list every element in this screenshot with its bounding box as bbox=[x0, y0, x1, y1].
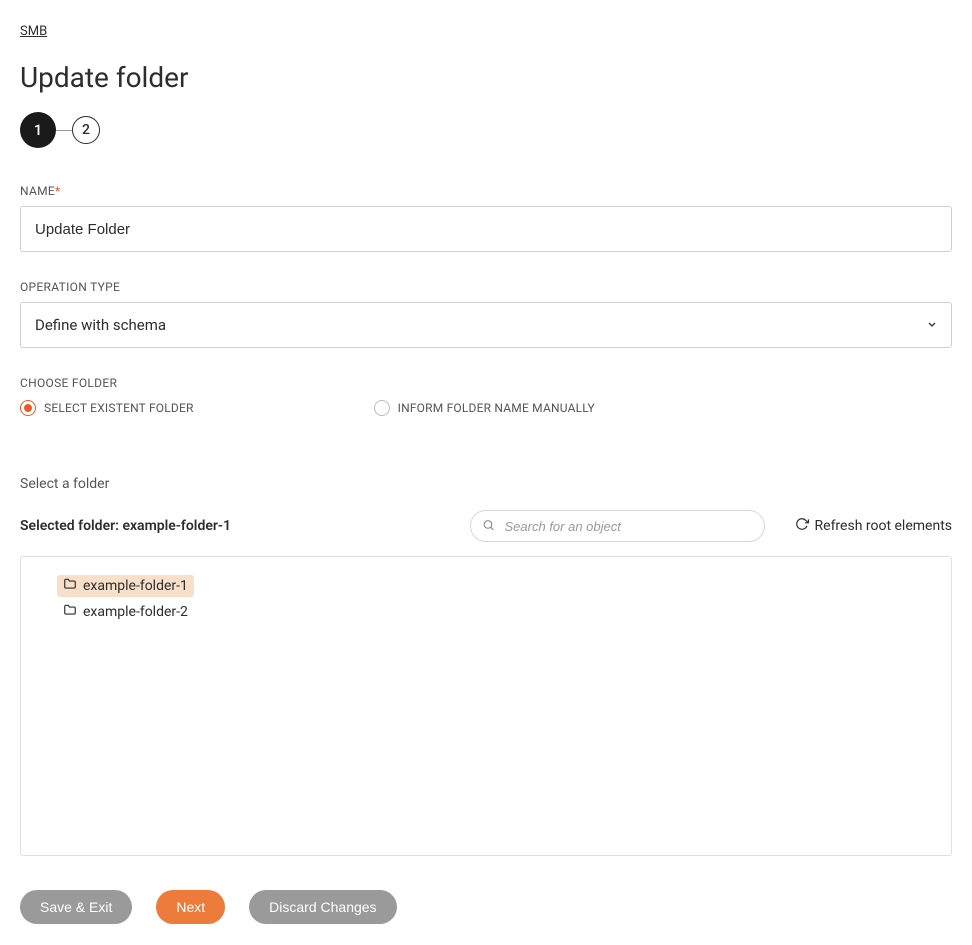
refresh-root-elements[interactable]: Refresh root elements bbox=[795, 517, 952, 535]
radio-checked-icon bbox=[20, 400, 36, 416]
selected-folder-text: Selected folder: example-folder-1 bbox=[20, 518, 231, 534]
tree-item-label: example-folder-1 bbox=[83, 578, 188, 594]
radio-select-existent-label: SELECT EXISTENT FOLDER bbox=[44, 401, 194, 415]
name-input[interactable] bbox=[20, 206, 952, 252]
discard-changes-button[interactable]: Discard Changes bbox=[249, 890, 396, 924]
tree-item-label: example-folder-2 bbox=[83, 604, 188, 620]
radio-unchecked-icon bbox=[374, 400, 390, 416]
folder-icon bbox=[63, 577, 77, 595]
step-2[interactable]: 2 bbox=[72, 116, 100, 144]
refresh-icon bbox=[795, 517, 809, 535]
tree-item[interactable]: example-folder-2 bbox=[57, 601, 194, 623]
breadcrumb-smb[interactable]: SMB bbox=[20, 24, 47, 39]
tree-item[interactable]: example-folder-1 bbox=[57, 575, 194, 597]
select-folder-subheading: Select a folder bbox=[20, 476, 952, 492]
save-exit-button[interactable]: Save & Exit bbox=[20, 890, 132, 924]
page-title: Update folder bbox=[20, 61, 952, 94]
refresh-label: Refresh root elements bbox=[815, 518, 952, 534]
next-button[interactable]: Next bbox=[156, 890, 225, 924]
radio-select-existent[interactable]: SELECT EXISTENT FOLDER bbox=[20, 400, 194, 416]
choose-folder-label: CHOOSE FOLDER bbox=[20, 376, 952, 390]
search-input[interactable] bbox=[470, 510, 765, 542]
search-icon bbox=[482, 517, 495, 536]
name-label: NAME* bbox=[20, 184, 952, 198]
required-asterisk: * bbox=[55, 184, 60, 198]
step-1[interactable]: 1 bbox=[20, 112, 56, 148]
stepper: 1 2 bbox=[20, 112, 952, 148]
operation-type-value: Define with schema bbox=[35, 316, 166, 334]
radio-inform-manually-label: INFORM FOLDER NAME MANUALLY bbox=[398, 401, 595, 415]
folder-icon bbox=[63, 603, 77, 621]
radio-inform-manually[interactable]: INFORM FOLDER NAME MANUALLY bbox=[374, 400, 595, 416]
operation-type-select[interactable]: Define with schema bbox=[20, 302, 952, 348]
step-connector bbox=[56, 130, 72, 131]
folder-tree[interactable]: example-folder-1 example-folder-2 bbox=[20, 556, 952, 856]
operation-type-label: OPERATION TYPE bbox=[20, 280, 952, 294]
